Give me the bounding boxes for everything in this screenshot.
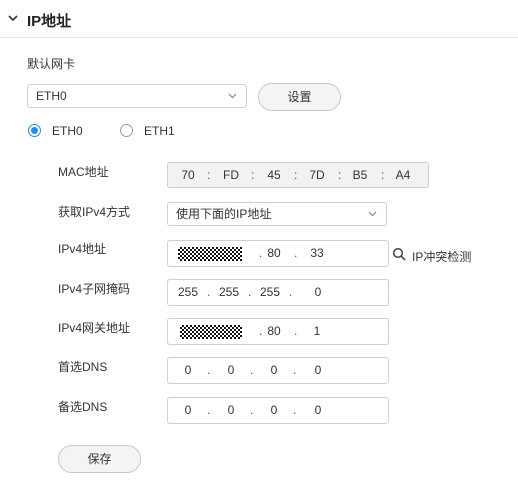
subnet-label: IPv4子网掩码 [58, 282, 131, 296]
mac-octet: FD [223, 168, 239, 182]
ip-separator: . [294, 246, 298, 260]
mac-separator: : [251, 168, 255, 182]
nic-select-value: ETH0 [36, 89, 67, 103]
ipv4-field[interactable]: . 80 . 33 [167, 240, 389, 267]
mac-field: 70 : FD : 45 : 7D : B5 : A4 [167, 162, 429, 188]
select-arrow-icon [228, 93, 237, 99]
ip-separator: . [250, 403, 254, 417]
radio-eth0-label: ETH0 [52, 124, 83, 138]
gateway-label: IPv4网关地址 [58, 321, 131, 335]
dns1-octet[interactable]: 0 [264, 358, 284, 383]
mac-octet: 7D [309, 168, 325, 182]
mac-separator: : [207, 168, 211, 182]
dns2-octet[interactable]: 0 [264, 398, 284, 423]
dns1-octet[interactable]: 0 [178, 358, 198, 383]
subnet-octet[interactable]: 0 [304, 280, 332, 305]
mac-separator: : [381, 168, 385, 182]
dns1-octet[interactable]: 0 [221, 358, 241, 383]
ipv4-octet[interactable]: 33 [303, 241, 331, 266]
dns1-octet[interactable]: 0 [308, 358, 328, 383]
ip-separator: . [207, 285, 211, 299]
section-title: IP地址 [27, 13, 72, 30]
ip-separator: . [294, 324, 298, 338]
gateway-octet[interactable]: 80 [261, 319, 287, 344]
save-button[interactable]: 保存 [58, 445, 141, 473]
mac-octet: B5 [352, 168, 368, 182]
ip-separator: . [250, 363, 254, 377]
chevron-down-icon [8, 15, 18, 22]
subnet-octet[interactable]: 255 [256, 280, 284, 305]
search-icon[interactable] [392, 247, 406, 261]
gateway-field[interactable]: . 80 . 1 [167, 318, 389, 345]
ipv4-mode-select[interactable]: 使用下面的IP地址 [167, 202, 387, 226]
mac-octet: 70 [181, 168, 195, 182]
radio-eth1-label: ETH1 [144, 124, 175, 138]
gateway-octet[interactable]: 1 [303, 319, 331, 344]
ipv4-mode-label: 获取IPv4方式 [58, 205, 131, 219]
mac-label: MAC地址 [58, 165, 109, 179]
default-nic-label: 默认网卡 [27, 57, 76, 71]
subnet-octet[interactable]: 255 [215, 280, 243, 305]
ip-separator: . [248, 285, 252, 299]
ipv4-label: IPv4地址 [58, 242, 107, 256]
nic-select[interactable]: ETH0 [27, 84, 247, 108]
ipv4-octet[interactable]: 80 [261, 241, 287, 266]
dns2-octet[interactable]: 0 [308, 398, 328, 423]
redacted-octets [180, 325, 242, 339]
dns2-label: 备选DNS [58, 400, 108, 414]
radio-eth1[interactable] [120, 124, 133, 137]
ipv4-mode-value: 使用下面的IP地址 [176, 207, 272, 221]
dns1-field[interactable]: 0 . 0 . 0 . 0 [167, 357, 389, 384]
ip-separator: . [289, 285, 293, 299]
redacted-octets [178, 247, 242, 261]
subnet-field[interactable]: 255 . 255 . 255 . 0 [167, 279, 389, 306]
mac-separator: : [338, 168, 342, 182]
ip-conflict-link[interactable]: IP冲突检测 [412, 248, 471, 265]
subnet-octet[interactable]: 255 [174, 280, 202, 305]
dns2-octet[interactable]: 0 [178, 398, 198, 423]
dns1-label: 首选DNS [58, 360, 108, 374]
ip-separator: . [207, 403, 211, 417]
dns2-field[interactable]: 0 . 0 . 0 . 0 [167, 397, 389, 424]
ip-separator: . [293, 363, 297, 377]
mac-separator: : [294, 168, 298, 182]
ip-separator: . [293, 403, 297, 417]
ip-separator: . [207, 363, 211, 377]
dns2-octet[interactable]: 0 [221, 398, 241, 423]
select-arrow-icon [368, 211, 377, 217]
mac-octet: A4 [395, 168, 411, 182]
section-header[interactable]: IP地址 [0, 0, 518, 38]
radio-eth0[interactable] [28, 124, 41, 137]
set-button[interactable]: 设置 [258, 83, 341, 111]
mac-octet: 45 [267, 168, 281, 182]
